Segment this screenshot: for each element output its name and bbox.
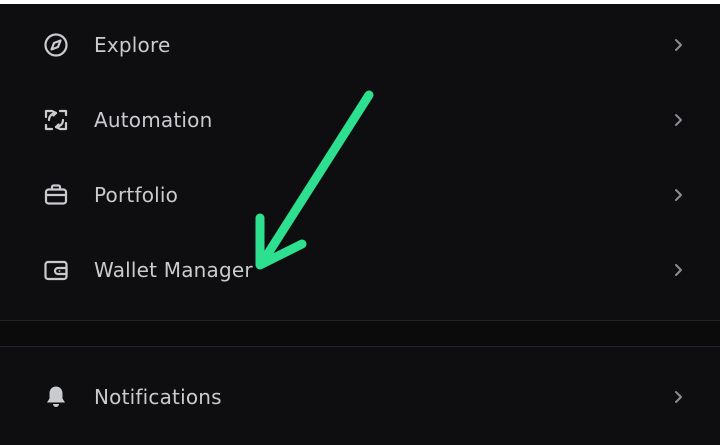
- wallet-icon: [42, 256, 70, 284]
- chevron-right-icon: [669, 36, 687, 54]
- chevron-right-icon: [669, 186, 687, 204]
- menu-item-explore[interactable]: Explore: [0, 14, 720, 76]
- menu-item-label: Notifications: [94, 385, 222, 409]
- menu-item-automation[interactable]: Automation: [0, 89, 720, 151]
- compass-icon: [42, 31, 70, 59]
- menu-item-label: Wallet Manager: [94, 258, 253, 282]
- automation-icon: [42, 106, 70, 134]
- menu-item-portfolio[interactable]: Portfolio: [0, 164, 720, 226]
- bell-icon: [42, 383, 70, 411]
- chevron-right-icon: [669, 388, 687, 406]
- menu-item-label: Explore: [94, 33, 171, 57]
- chevron-right-icon: [669, 111, 687, 129]
- chevron-right-icon: [669, 261, 687, 279]
- top-edge: [0, 0, 720, 4]
- menu-screen: Explore Automation Portfolio Wallet Mana…: [0, 0, 720, 445]
- menu-item-notifications[interactable]: Notifications: [0, 366, 720, 428]
- menu-item-label: Automation: [94, 108, 213, 132]
- section-divider: [0, 320, 720, 347]
- briefcase-icon: [42, 181, 70, 209]
- menu-item-wallet-manager[interactable]: Wallet Manager: [0, 239, 720, 301]
- menu-item-label: Portfolio: [94, 183, 179, 207]
